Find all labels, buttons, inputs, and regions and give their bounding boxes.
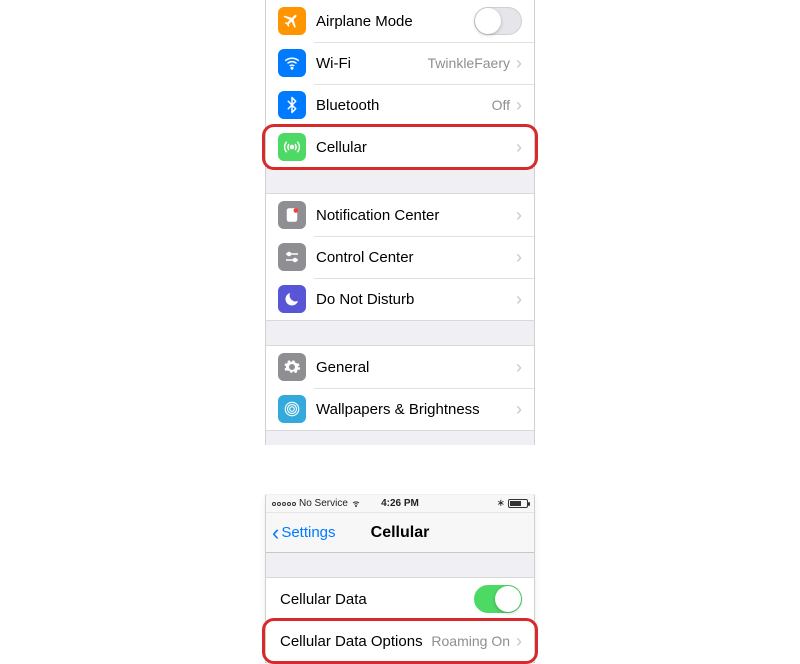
wifi-value: TwinkleFaery — [428, 55, 510, 71]
nav-bar: ‹ Settings Cellular — [266, 513, 534, 553]
cellular-data-options-value: Roaming On — [431, 633, 510, 649]
wallpapers-label: Wallpapers & Brightness — [316, 401, 516, 418]
notification-center-icon — [278, 201, 306, 229]
row-cellular-data-options[interactable]: Cellular Data Options Roaming On › — [266, 620, 534, 662]
row-control-center[interactable]: Control Center › — [266, 236, 534, 278]
chevron-right-icon: › — [516, 358, 522, 376]
row-do-not-disturb[interactable]: Do Not Disturb › — [266, 278, 534, 320]
wallpapers-icon — [278, 395, 306, 423]
cellular-data-toggle[interactable] — [474, 585, 522, 613]
cellular-data-options-label: Cellular Data Options — [280, 633, 431, 650]
bluetooth-icon — [278, 91, 306, 119]
signal-dots-icon — [272, 502, 296, 506]
bluetooth-label: Bluetooth — [316, 97, 492, 114]
dnd-label: Do Not Disturb — [316, 291, 516, 308]
cellular-icon — [278, 133, 306, 161]
wifi-icon — [278, 49, 306, 77]
chevron-right-icon: › — [516, 96, 522, 114]
wifi-status-icon — [351, 500, 361, 508]
row-bluetooth[interactable]: Bluetooth Off › — [266, 84, 534, 126]
chevron-right-icon: › — [516, 248, 522, 266]
chevron-right-icon: › — [516, 54, 522, 72]
chevron-right-icon: › — [516, 290, 522, 308]
general-label: General — [316, 359, 516, 376]
chevron-right-icon: › — [516, 138, 522, 156]
airplane-toggle[interactable] — [474, 7, 522, 35]
control-center-icon — [278, 243, 306, 271]
bluetooth-value: Off — [492, 97, 510, 113]
cellular-label: Cellular — [316, 139, 516, 156]
gear-icon — [278, 353, 306, 381]
row-cellular-data[interactable]: Cellular Data — [266, 578, 534, 620]
moon-icon — [278, 285, 306, 313]
page-title: Cellular — [266, 524, 534, 542]
row-general[interactable]: General › — [266, 346, 534, 388]
cellular-data-label: Cellular Data — [280, 591, 474, 608]
row-wallpapers-brightness[interactable]: Wallpapers & Brightness › — [266, 388, 534, 430]
status-bar: No Service 4:26 PM ∗ — [266, 495, 534, 513]
row-cellular[interactable]: Cellular › — [266, 126, 534, 168]
chevron-right-icon: › — [516, 400, 522, 418]
bluetooth-status-icon: ∗ — [497, 498, 505, 509]
row-wifi[interactable]: Wi-Fi TwinkleFaery › — [266, 42, 534, 84]
wifi-label: Wi-Fi — [316, 55, 428, 72]
battery-icon — [508, 499, 528, 508]
chevron-right-icon: › — [516, 632, 522, 650]
airplane-icon — [278, 7, 306, 35]
row-notification-center[interactable]: Notification Center › — [266, 194, 534, 236]
notification-center-label: Notification Center — [316, 207, 516, 224]
row-airplane-mode[interactable]: Airplane Mode — [266, 0, 534, 42]
airplane-label: Airplane Mode — [316, 13, 474, 30]
chevron-right-icon: › — [516, 206, 522, 224]
carrier-text: No Service — [299, 498, 348, 509]
control-center-label: Control Center — [316, 249, 516, 266]
